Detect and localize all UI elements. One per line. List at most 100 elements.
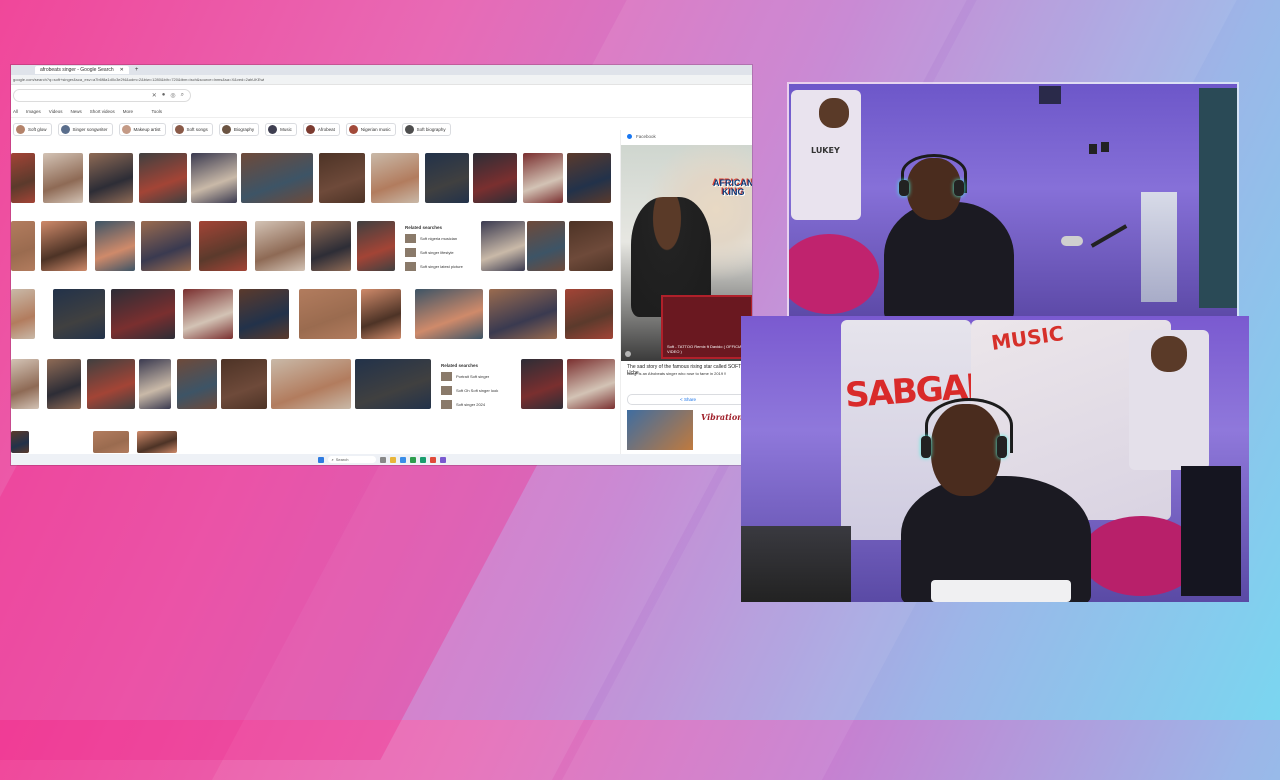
suggestion-chip[interactable]: Afrobeat bbox=[302, 122, 340, 136]
taskbar-search-label: Search bbox=[335, 457, 349, 462]
image-result-thumbnail[interactable] bbox=[481, 221, 525, 271]
file-explorer-icon[interactable] bbox=[389, 456, 396, 463]
image-result-thumbnail[interactable] bbox=[11, 289, 35, 339]
related-item[interactable]: Soft singer latest picture bbox=[405, 262, 475, 271]
chip-label: Soft biography bbox=[416, 126, 446, 132]
start-icon[interactable] bbox=[317, 456, 324, 463]
image-result-thumbnail[interactable] bbox=[489, 289, 557, 339]
image-result-thumbnail[interactable] bbox=[473, 153, 517, 203]
image-result-thumbnail[interactable] bbox=[357, 221, 395, 271]
image-result-thumbnail[interactable] bbox=[567, 359, 615, 409]
image-result-thumbnail[interactable] bbox=[137, 431, 177, 453]
related-item[interactable]: Soft singer 2024 bbox=[441, 400, 519, 409]
suggestion-chip[interactable]: Soft glow bbox=[13, 122, 52, 136]
related-item[interactable]: Soft Oh Soft singer look bbox=[441, 386, 519, 395]
related-item[interactable]: Soft singer lifestyle bbox=[405, 248, 475, 257]
video-thumbnail[interactable]: Soft - TATTOO Remix ft Davido ( OFFICIAL… bbox=[661, 295, 752, 359]
task-view-icon[interactable] bbox=[379, 456, 386, 463]
app-icon[interactable] bbox=[439, 456, 446, 463]
image-result-thumbnail[interactable] bbox=[177, 359, 217, 409]
image-result-thumbnail[interactable] bbox=[11, 431, 29, 453]
image-result-thumbnail[interactable] bbox=[241, 153, 313, 203]
search-input[interactable]: ✕ ● ◎ ⌕ bbox=[13, 88, 191, 102]
share-button[interactable]: < Share bbox=[627, 394, 749, 405]
image-result-thumbnail[interactable] bbox=[11, 221, 35, 271]
filter-tab[interactable]: Images bbox=[26, 109, 41, 114]
suggestion-chip[interactable]: Singer songwriter bbox=[57, 122, 113, 136]
tools-button[interactable]: Tools bbox=[151, 109, 162, 114]
taskbar-search[interactable]: ⌕ Search bbox=[327, 456, 376, 463]
address-bar[interactable]: google.com/search?q=soft+singer&sca_esv=… bbox=[11, 75, 752, 85]
filter-tab[interactable]: More bbox=[123, 109, 133, 114]
image-result-thumbnail[interactable] bbox=[183, 289, 233, 339]
related-image-thumb[interactable] bbox=[627, 410, 693, 450]
image-result-thumbnail[interactable] bbox=[95, 221, 135, 271]
image-result-thumbnail[interactable] bbox=[89, 153, 133, 203]
image-result-thumbnail[interactable] bbox=[111, 289, 175, 339]
chrome-icon[interactable] bbox=[429, 456, 436, 463]
image-result-thumbnail[interactable] bbox=[255, 221, 305, 271]
suggestion-chip[interactable]: Makeup artist bbox=[118, 122, 166, 136]
new-tab-icon[interactable]: + bbox=[135, 67, 139, 73]
related-item[interactable]: Portrait Soft singer bbox=[441, 372, 519, 381]
image-result-thumbnail[interactable] bbox=[11, 359, 39, 409]
image-result-thumbnail[interactable] bbox=[221, 359, 267, 409]
edge-icon[interactable] bbox=[399, 456, 406, 463]
preview-source[interactable]: Facebook bbox=[627, 134, 752, 139]
image-result-thumbnail[interactable] bbox=[139, 359, 171, 409]
image-results-grid: Related searches Soft nigeria musician S… bbox=[11, 153, 618, 465]
filter-tab[interactable]: All bbox=[13, 109, 18, 114]
filter-tab[interactable]: Short videos bbox=[90, 109, 115, 114]
image-result-thumbnail[interactable] bbox=[371, 153, 419, 203]
image-result-thumbnail[interactable] bbox=[425, 153, 469, 203]
image-result-thumbnail[interactable] bbox=[523, 153, 563, 203]
image-result-thumbnail[interactable] bbox=[361, 289, 401, 339]
image-result-thumbnail[interactable] bbox=[139, 153, 187, 203]
image-result-thumbnail[interactable] bbox=[87, 359, 135, 409]
image-result-thumbnail[interactable] bbox=[53, 289, 105, 339]
camera-icon[interactable]: ◎ bbox=[170, 92, 175, 99]
related-title: Related searches bbox=[441, 363, 479, 368]
image-result-thumbnail[interactable] bbox=[239, 289, 289, 339]
close-icon[interactable]: ✕ bbox=[120, 67, 124, 73]
image-result-thumbnail[interactable] bbox=[415, 289, 483, 339]
suggestion-chip[interactable]: Soft songs bbox=[171, 122, 213, 136]
related-searches-box: Related searches Portrait Soft singer So… bbox=[439, 361, 519, 423]
image-result-thumbnail[interactable] bbox=[521, 359, 563, 409]
image-result-thumbnail[interactable] bbox=[355, 359, 431, 409]
preview-image[interactable]: AFRICAN KING Soft - TATTOO Remix ft Davi… bbox=[621, 145, 752, 361]
image-result-thumbnail[interactable] bbox=[141, 221, 191, 271]
image-result-thumbnail[interactable] bbox=[11, 153, 35, 203]
clear-icon[interactable]: ✕ bbox=[152, 92, 157, 99]
image-result-thumbnail[interactable] bbox=[93, 431, 129, 453]
image-result-thumbnail[interactable] bbox=[319, 153, 365, 203]
search-icon[interactable]: ⌕ bbox=[181, 92, 184, 99]
wall-frame bbox=[1101, 142, 1109, 152]
suggestion-chip[interactable]: Music bbox=[265, 122, 297, 136]
filter-tab[interactable]: News bbox=[70, 109, 81, 114]
image-result-thumbnail[interactable] bbox=[47, 359, 81, 409]
chip-label: Singer songwriter bbox=[72, 126, 108, 132]
play-icon[interactable] bbox=[625, 351, 631, 357]
image-result-thumbnail[interactable] bbox=[311, 221, 351, 271]
microphone-icon[interactable]: ● bbox=[162, 92, 166, 98]
related-item[interactable]: Soft nigeria musician bbox=[405, 234, 475, 243]
image-result-thumbnail[interactable] bbox=[41, 221, 87, 271]
browser-tab[interactable]: afrobeats singer - Google Search ✕ bbox=[35, 66, 129, 74]
image-result-thumbnail[interactable] bbox=[567, 153, 611, 203]
store-icon[interactable] bbox=[409, 456, 416, 463]
image-result-thumbnail[interactable] bbox=[191, 153, 237, 203]
image-result-thumbnail[interactable] bbox=[527, 221, 565, 271]
image-result-thumbnail[interactable] bbox=[271, 359, 351, 409]
suggestion-chip[interactable]: Biography bbox=[218, 122, 260, 136]
image-result-thumbnail[interactable] bbox=[299, 289, 357, 339]
chip-thumbnail bbox=[268, 124, 278, 134]
app-icon[interactable] bbox=[419, 456, 426, 463]
image-result-thumbnail[interactable] bbox=[565, 289, 613, 339]
image-result-thumbnail[interactable] bbox=[569, 221, 613, 271]
suggestion-chip[interactable]: Nigerian music bbox=[345, 122, 396, 136]
image-result-thumbnail[interactable] bbox=[199, 221, 247, 271]
suggestion-chip[interactable]: Soft biography bbox=[401, 122, 451, 136]
image-result-thumbnail[interactable] bbox=[43, 153, 83, 203]
filter-tab[interactable]: Videos bbox=[49, 109, 63, 114]
